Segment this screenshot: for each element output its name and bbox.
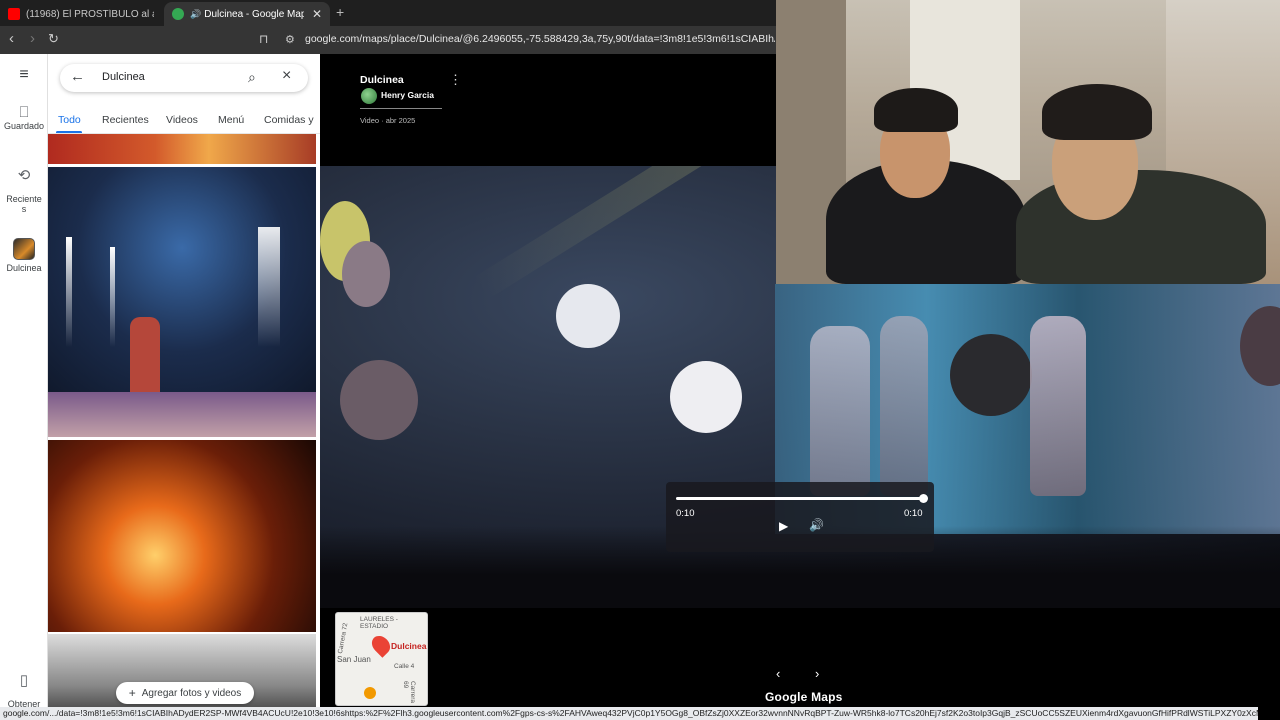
map-pin-icon <box>368 632 394 658</box>
media-meta: Video · abr 2025 <box>360 116 416 125</box>
dancer <box>1030 316 1086 496</box>
photo-thumbnail[interactable] <box>48 167 316 437</box>
poi-icon <box>364 687 376 699</box>
rail-item-dulcinea[interactable]: Dulcinea <box>0 238 48 273</box>
street-label: Calle 4 <box>394 663 415 670</box>
rail-item-recents[interactable]: ⟲ Reciente s <box>0 161 48 214</box>
avatar[interactable] <box>361 88 377 104</box>
close-tab-icon[interactable]: ✕ <box>312 7 322 21</box>
rail-label: Guardado <box>3 121 45 131</box>
volume-icon[interactable]: 🔊 <box>809 518 824 532</box>
menu-icon[interactable]: ≡ <box>0 67 48 83</box>
tab-label: Dulcinea - Google Maps <box>204 8 304 20</box>
back-arrow-icon[interactable]: ← <box>70 68 85 85</box>
photo-thumbnail[interactable] <box>48 134 316 164</box>
search-box[interactable]: ← Dulcinea ⌕ × <box>60 64 308 92</box>
maps-pin-icon <box>172 8 184 20</box>
area-label: LAURELES - ESTADIO <box>360 616 398 630</box>
rail-label: Dulcinea <box>6 263 42 273</box>
balloon <box>670 361 742 433</box>
photo-tabs: Todo Recientes Videos Menú Comidas y <box>48 108 320 134</box>
bookmark-star-icon[interactable]: ⊓ <box>259 32 268 46</box>
progress-handle[interactable] <box>919 494 928 503</box>
search-input[interactable]: Dulcinea <box>102 71 145 83</box>
previous-media-button[interactable]: ‹ <box>776 666 780 681</box>
add-photos-button[interactable]: + Agregar fotos y videos <box>116 682 254 704</box>
photo-thumbnail[interactable] <box>48 440 316 632</box>
rail-label: Reciente s <box>6 194 42 214</box>
balloon <box>556 284 620 348</box>
person-left-hair <box>874 88 958 132</box>
spark-fountain <box>66 237 72 347</box>
divider <box>360 108 442 109</box>
phone-icon: ▯ <box>19 672 29 689</box>
youtube-icon <box>8 8 20 20</box>
search-icon[interactable]: ⌕ <box>248 69 256 86</box>
play-icon[interactable]: ▶ <box>779 519 788 533</box>
dancer <box>810 326 870 496</box>
place-thumbnail <box>13 238 35 260</box>
video-controls: 0:10 0:10 ▶ 🔊 <box>666 482 934 552</box>
rail-item-saved[interactable]: ⎕ Guardado <box>0 104 48 131</box>
person-right-body <box>1016 170 1266 284</box>
total-time: 0:10 <box>904 508 923 519</box>
tab-menu[interactable]: Menú <box>218 114 244 126</box>
more-options-icon[interactable]: ⋮ <box>449 72 462 88</box>
spark-fountain <box>110 247 115 347</box>
place-panel: ← Dulcinea ⌕ × Todo Recientes Videos Men… <box>48 54 320 720</box>
history-icon: ⟲ <box>17 167 31 184</box>
plus-icon: + <box>128 686 136 700</box>
balloon <box>340 360 418 440</box>
new-tab-button[interactable]: + <box>336 4 344 20</box>
maps-left-rail: ≡ ⎕ Guardado ⟲ Reciente s Dulcinea ▯ Obt… <box>0 54 48 720</box>
url-field[interactable]: google.com/maps/place/Dulcinea/@6.249605… <box>305 33 775 45</box>
address-bar: ‹ › ↻ ⊓ ⚙ google.com/maps/place/Dulcinea… <box>0 26 776 54</box>
progress-bar[interactable] <box>676 497 924 500</box>
back-icon[interactable]: ‹ <box>9 30 14 47</box>
tab-recientes[interactable]: Recientes <box>102 114 149 126</box>
browser-tab-maps[interactable]: 🔊 Dulcinea - Google Maps ✕ <box>164 2 330 26</box>
smoke-jet <box>258 227 280 347</box>
forward-icon[interactable]: › <box>30 30 35 47</box>
webcam-overlay <box>776 0 1280 284</box>
google-maps-logo: Google Maps <box>765 690 843 704</box>
tab-videos[interactable]: Videos <box>166 114 198 126</box>
dancer <box>880 316 928 496</box>
stage-floor <box>48 392 316 437</box>
speaker-icon: 🔊 <box>190 8 202 19</box>
next-media-button[interactable]: › <box>815 666 819 681</box>
balloon <box>950 334 1032 416</box>
tab-label: (11968) El PROSTÍBULO al aire libr <box>26 8 154 20</box>
mini-map[interactable]: LAURELES - ESTADIO Carrera 72 Calle 4 Sa… <box>335 612 428 706</box>
street-label: San Juan <box>337 655 371 664</box>
pin-label: Dulcinea <box>391 641 427 651</box>
current-time: 0:10 <box>676 508 695 519</box>
close-icon[interactable]: × <box>282 67 291 85</box>
balloon <box>342 241 390 307</box>
reload-icon[interactable]: ↻ <box>48 31 59 47</box>
bookmark-icon: ⎕ <box>19 104 29 121</box>
browser-tab-youtube[interactable]: (11968) El PROSTÍBULO al aire libr <box>0 2 162 26</box>
place-title: Dulcinea <box>360 74 404 86</box>
street-label: Carrera 69 <box>402 681 416 704</box>
contributor-name[interactable]: Henry Garcia <box>381 90 434 100</box>
tab-comidas[interactable]: Comidas y <box>264 114 314 126</box>
link-status-bar: google.com/.../data=!3m8!1e5!3m6!1sCIABI… <box>0 707 1258 720</box>
street-label: Carrera 72 <box>337 622 350 655</box>
site-info-icon[interactable]: ⚙ <box>285 33 295 46</box>
person-right-hair <box>1042 84 1152 140</box>
tab-todo[interactable]: Todo <box>58 114 81 126</box>
add-photos-label: Agregar fotos y videos <box>141 687 242 699</box>
browser-tab-bar: (11968) El PROSTÍBULO al aire libr 🔊 Dul… <box>0 0 776 26</box>
